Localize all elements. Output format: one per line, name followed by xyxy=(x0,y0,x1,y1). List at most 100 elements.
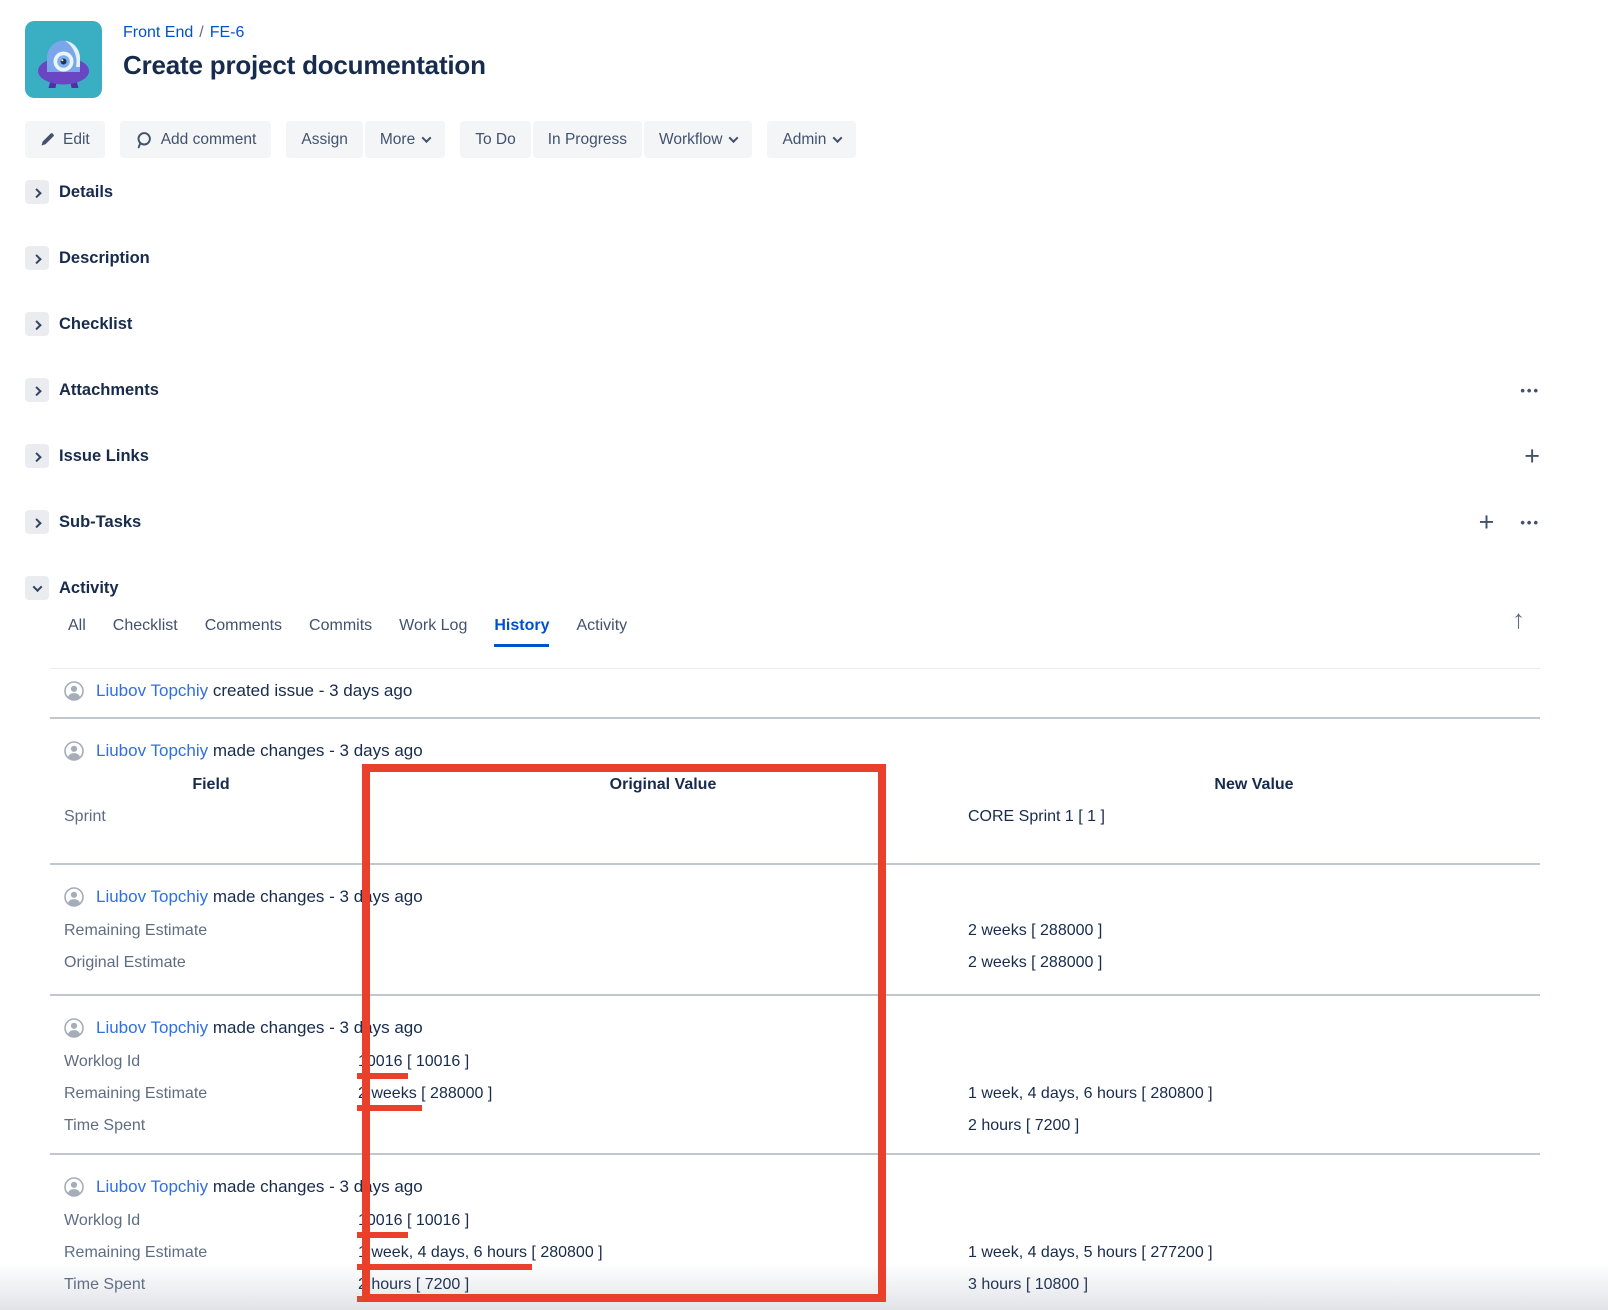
history-entry-head: Liubov Topchiy created issue - 3 days ag… xyxy=(64,679,1540,703)
activity-label: Activity xyxy=(59,579,119,598)
section-label: Issue Links xyxy=(59,447,149,466)
original-value: 2 weeks [ 288000 ] xyxy=(358,1085,968,1103)
user-link[interactable]: Liubov Topchiy xyxy=(96,1177,208,1196)
todo-button[interactable]: To Do xyxy=(460,121,531,158)
new-value: 3 hours [ 10800 ] xyxy=(968,1276,1540,1294)
page-title: Create project documentation xyxy=(123,50,486,81)
history-entry-head: Liubov Topchiy made changes - 3 days ago xyxy=(64,739,1540,763)
pencil-icon xyxy=(40,132,55,147)
add-comment-button[interactable]: Add comment xyxy=(120,121,272,158)
add-issue-links-button[interactable]: + xyxy=(1524,446,1540,466)
field-label: Time Spent xyxy=(64,1276,358,1294)
history-table-row: Remaining Estimate2 weeks [ 288000 ]1 we… xyxy=(64,1078,1540,1110)
original-value: 10016 [ 10016 ] xyxy=(358,1212,968,1230)
activity-section-header: Activity xyxy=(25,573,1540,603)
user-link[interactable]: Liubov Topchiy xyxy=(96,1018,208,1037)
user-link[interactable]: Liubov Topchiy xyxy=(96,887,208,906)
more-button[interactable]: More xyxy=(365,121,445,158)
history-entry-head: Liubov Topchiy made changes - 3 days ago xyxy=(64,1175,1540,1199)
entry-meta: created issue - 3 days ago xyxy=(213,681,412,700)
field-label: Remaining Estimate xyxy=(64,1244,358,1262)
assign-more-group: Assign More xyxy=(286,121,445,158)
history-entry: Liubov Topchiy made changes - 3 days ago… xyxy=(50,863,1540,979)
workflow-button[interactable]: Workflow xyxy=(644,121,752,158)
original-value: 10016 [ 10016 ] xyxy=(358,1053,968,1071)
expand-checklist-button[interactable] xyxy=(25,312,49,336)
tab-history[interactable]: History xyxy=(494,617,549,647)
annotation-underlined-value: 10016 xyxy=(358,1053,403,1071)
section-label: Checklist xyxy=(59,315,132,334)
breadcrumb-separator: / xyxy=(199,24,203,41)
avatar-icon xyxy=(64,1177,84,1197)
section-actions: ••• xyxy=(1520,383,1540,398)
avatar-icon xyxy=(64,741,84,761)
scroll-to-top-button[interactable]: ↑ xyxy=(1512,604,1525,635)
admin-button[interactable]: Admin xyxy=(767,121,856,158)
column-header-field: Field xyxy=(64,776,358,794)
tab-activity[interactable]: Activity xyxy=(576,617,627,647)
annotation-underlined-value: 1 week, 4 days, 6 hours xyxy=(358,1244,527,1262)
field-label: Remaining Estimate xyxy=(64,922,358,940)
column-header-new-value: New Value xyxy=(968,776,1540,794)
toolbar: Edit Add comment Assign More To Do In Pr… xyxy=(25,121,1608,158)
original-value: 1 week, 4 days, 6 hours [ 280800 ] xyxy=(358,1244,968,1262)
section-row-details: Details xyxy=(25,177,1540,207)
section-row-sub-tasks: Sub-Tasks + ••• xyxy=(25,507,1540,537)
more-sub-tasks-button[interactable]: ••• xyxy=(1520,515,1540,530)
section-row-checklist: Checklist xyxy=(25,309,1540,339)
history-table-row: Time Spent2 hours [ 7200 ]3 hours [ 1080… xyxy=(64,1269,1540,1301)
column-header-original-value: Original Value xyxy=(358,776,968,794)
field-label: Sprint xyxy=(64,808,358,826)
breadcrumb-project-link[interactable]: Front End xyxy=(123,24,193,41)
tab-checklist[interactable]: Checklist xyxy=(113,617,178,647)
breadcrumb: Front End / FE-6 xyxy=(123,24,486,42)
in-progress-button[interactable]: In Progress xyxy=(533,121,642,158)
original-value: 2 hours [ 7200 ] xyxy=(358,1276,968,1294)
history-table-row: Time Spent2 hours [ 7200 ] xyxy=(64,1110,1540,1142)
edit-button[interactable]: Edit xyxy=(25,121,105,158)
add-sub-tasks-button[interactable]: + xyxy=(1479,512,1495,532)
history-entry-head: Liubov Topchiy made changes - 3 days ago xyxy=(64,885,1540,909)
tab-commits[interactable]: Commits xyxy=(309,617,372,647)
tab-work-log[interactable]: Work Log xyxy=(399,617,467,647)
assign-button[interactable]: Assign xyxy=(286,121,363,158)
section-label: Details xyxy=(59,183,113,202)
tab-all[interactable]: All xyxy=(68,617,86,647)
section-label: Sub-Tasks xyxy=(59,513,141,532)
breadcrumb-issue-link[interactable]: FE-6 xyxy=(210,24,245,41)
more-attachments-button[interactable]: ••• xyxy=(1520,383,1540,398)
avatar-icon xyxy=(64,1018,84,1038)
section-label: Description xyxy=(59,249,150,268)
chevron-down-icon xyxy=(422,133,432,143)
section-actions: + xyxy=(1524,446,1540,466)
annotation-underlined-value: 2 hours xyxy=(358,1276,411,1294)
expand-description-button[interactable] xyxy=(25,246,49,270)
avatar-icon xyxy=(64,681,84,701)
issue-header: Front End / FE-6 Create project documentat… xyxy=(0,0,1608,98)
history-entry: Liubov Topchiy made changes - 3 days ago… xyxy=(50,994,1540,1142)
expand-details-button[interactable] xyxy=(25,180,49,204)
entry-meta: made changes - 3 days ago xyxy=(213,1177,423,1196)
expand-sub-tasks-button[interactable] xyxy=(25,510,49,534)
tab-comments[interactable]: Comments xyxy=(205,617,282,647)
history-entry-head: Liubov Topchiy made changes - 3 days ago xyxy=(64,1016,1540,1040)
section-row-description: Description xyxy=(25,243,1540,273)
chevron-right-icon xyxy=(31,188,41,198)
chevron-right-icon xyxy=(31,452,41,462)
new-value: 1 week, 4 days, 6 hours [ 280800 ] xyxy=(968,1085,1540,1103)
user-link[interactable]: Liubov Topchiy xyxy=(96,741,208,760)
expand-issue-links-button[interactable] xyxy=(25,444,49,468)
history-table-header-row: FieldOriginal ValueNew Value xyxy=(64,769,1540,801)
history-entry: Liubov Topchiy made changes - 3 days ago… xyxy=(50,717,1540,833)
section-row-attachments: Attachments••• xyxy=(25,375,1540,405)
chevron-right-icon xyxy=(31,320,41,330)
user-link[interactable]: Liubov Topchiy xyxy=(96,681,208,700)
collapse-activity-button[interactable] xyxy=(25,576,49,600)
chevron-right-icon xyxy=(31,254,41,264)
history-table-row: Remaining Estimate 2 weeks [ 288000 ] xyxy=(64,915,1540,947)
entry-meta: made changes - 3 days ago xyxy=(213,741,423,760)
annotation-underlined-value: 2 weeks xyxy=(358,1085,417,1103)
expand-attachments-button[interactable] xyxy=(25,378,49,402)
new-value: 2 weeks [ 288000 ] xyxy=(968,922,1540,940)
new-value: 2 hours [ 7200 ] xyxy=(968,1117,1540,1135)
